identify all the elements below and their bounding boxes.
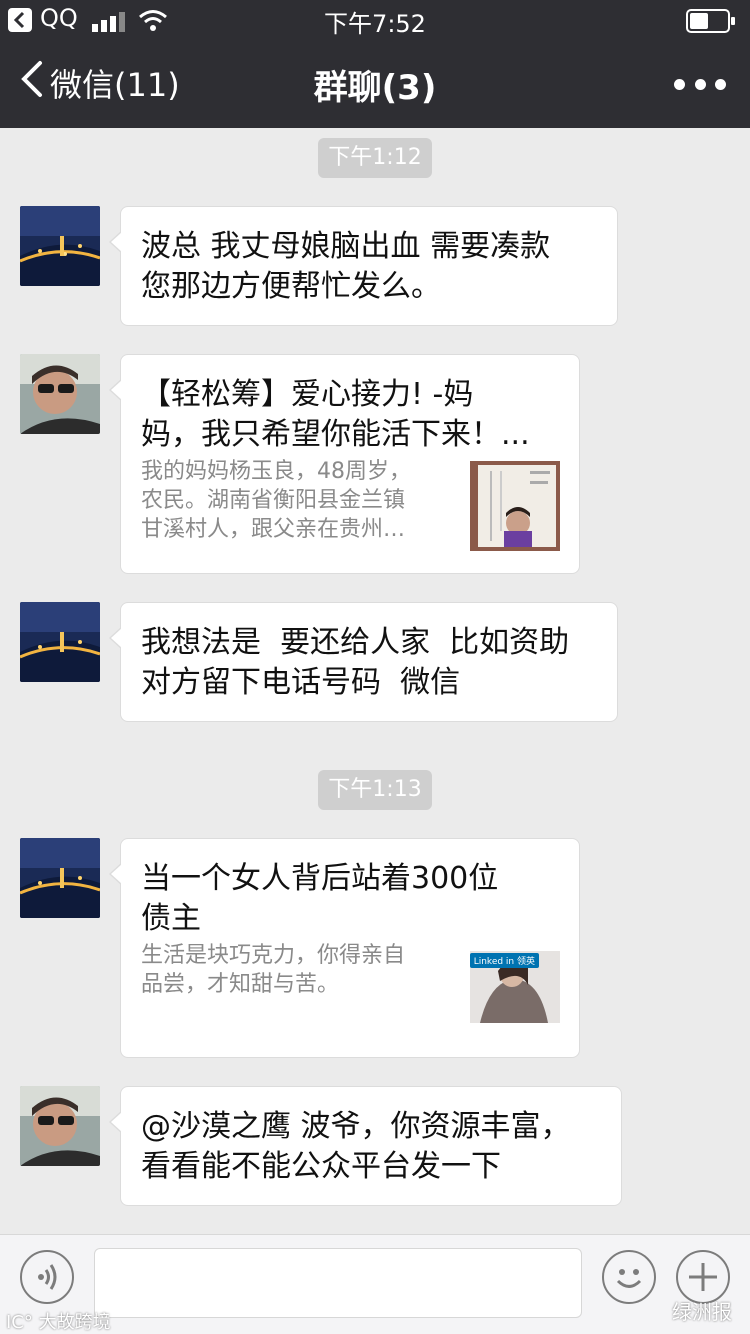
message-text: 波总 我丈母娘脑出血 需要凑款 您那边方便帮忙发么。 [141, 229, 551, 304]
back-button[interactable]: 微信(11) [18, 58, 180, 108]
watermark-right: 绿洲报 [672, 1300, 732, 1324]
avatar[interactable] [20, 1086, 100, 1166]
card-description: 生活是块巧克力，你得亲自 品尝，才知甜与苦。 [141, 943, 406, 997]
link-card-bubble[interactable]: 当一个女人背后站着300位 债主 生活是块巧克力，你得亲自 品尝，才知甜与苦。 … [109, 838, 580, 1058]
voice-icon[interactable] [20, 1250, 74, 1304]
status-time: 下午7:52 [324, 10, 426, 38]
back-label: 微信(11) [50, 66, 180, 104]
nav-bar: 微信(11) 群聊(3) [0, 40, 750, 128]
more-dots-icon[interactable] [674, 60, 726, 108]
message-bubble[interactable]: 我想法是 要还给人家 比如资助 对方留下电话号码 微信 [109, 602, 618, 722]
card-title: 当一个女人背后站着300位 债主 [141, 861, 499, 936]
sunglasses-man-avatar [20, 354, 100, 434]
message-bubble[interactable]: 波总 我丈母娘脑出血 需要凑款 您那边方便帮忙发么。 [109, 206, 618, 326]
watermark-left: IC° 大故跨境 [6, 1312, 111, 1333]
city-night-avatar [20, 838, 100, 918]
card-description: 我的妈妈杨玉良，48周岁， 农民。湖南省衡阳县金兰镇 甘溪村人，跟父亲在贵州… [141, 459, 411, 542]
battery-icon [686, 9, 736, 37]
message-text: 我想法是 要还给人家 比如资助 对方留下电话号码 微信 [141, 625, 570, 700]
sunglasses-man-avatar [20, 1086, 100, 1166]
timestamp: 下午1:12 [318, 138, 432, 178]
chevron-left-icon [18, 59, 44, 107]
message-bubble[interactable]: @沙漠之鹰 波爷，你资源丰富， 看看能不能公众平台发一下 [109, 1086, 622, 1206]
status-bar: QQ 下午7:52 [0, 0, 750, 40]
emoji-icon[interactable] [602, 1250, 656, 1304]
city-night-avatar [20, 602, 100, 682]
message-text: @沙漠之鹰 波爷，你资源丰富， 看看能不能公众平台发一下 [141, 1109, 571, 1184]
card-title: 【轻松筹】爱心接力! -妈 妈，我只希望你能活下来！... [141, 377, 530, 452]
avatar[interactable] [20, 602, 100, 682]
linkedin-badge: Linked in 领英 [469, 953, 539, 968]
id-card-thumbnail [470, 461, 560, 551]
link-card-bubble[interactable]: 【轻松筹】爱心接力! -妈 妈，我只希望你能活下来！... 我的妈妈杨玉良，48… [109, 354, 580, 574]
message-input[interactable] [94, 1248, 582, 1318]
avatar[interactable] [20, 838, 100, 918]
avatar[interactable] [20, 354, 100, 434]
city-night-avatar [20, 206, 100, 286]
avatar[interactable] [20, 206, 100, 286]
timestamp: 下午1:13 [318, 770, 432, 810]
